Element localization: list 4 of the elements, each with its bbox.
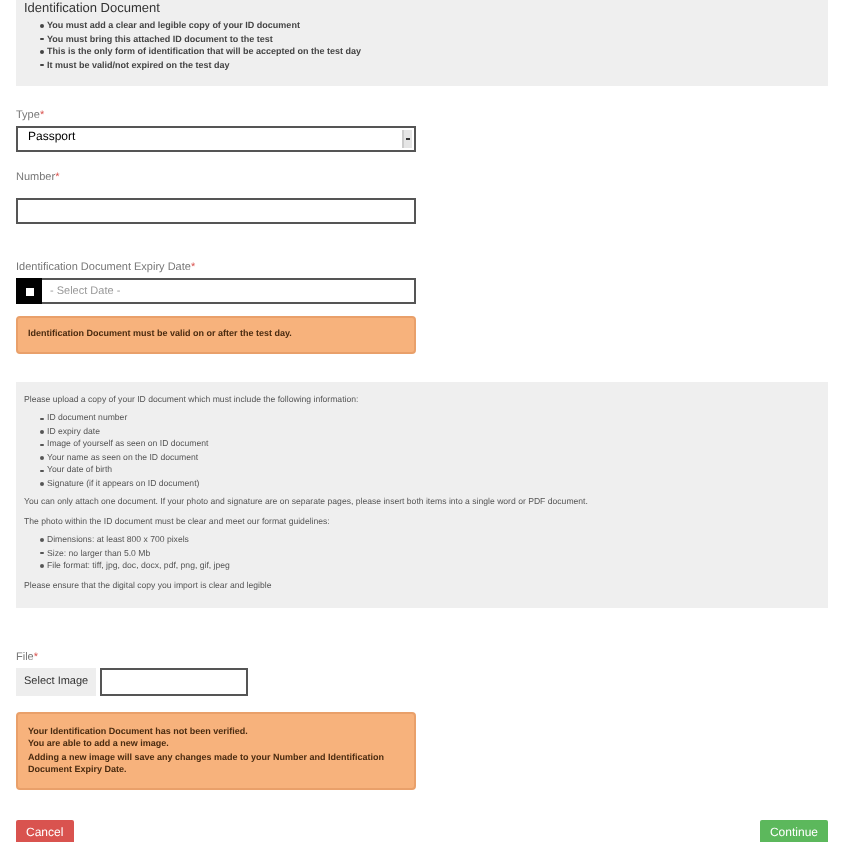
calendar-icon[interactable] — [16, 278, 42, 304]
number-field[interactable] — [16, 197, 416, 223]
file-field[interactable] — [100, 668, 249, 696]
dropdown-icon — [402, 130, 412, 148]
